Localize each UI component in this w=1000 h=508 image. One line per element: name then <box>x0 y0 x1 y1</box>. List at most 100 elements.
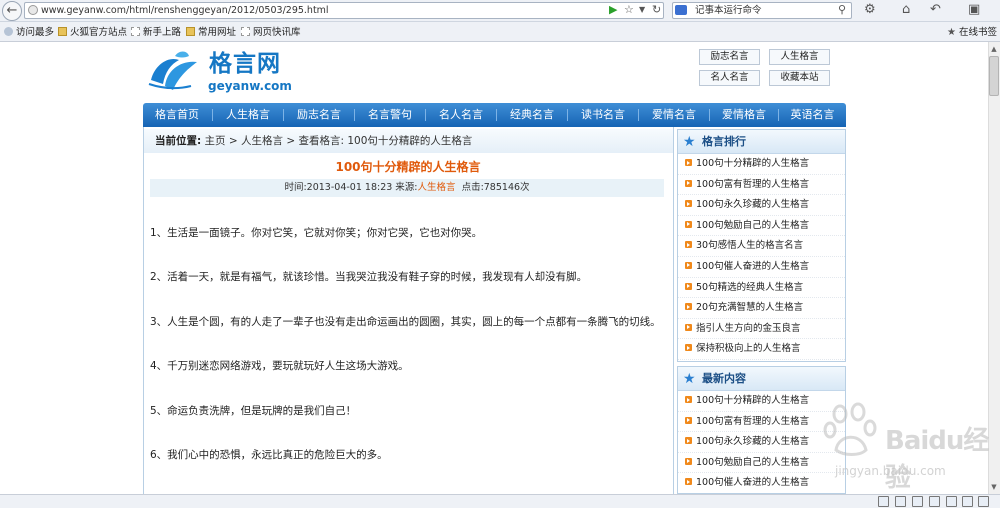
article-paragraph: 5、命运负责洗牌，但是玩牌的是我们自己！ <box>150 405 357 417</box>
page-icon <box>131 27 140 36</box>
nav-reading-quotes[interactable]: 读书名言 <box>568 103 638 127</box>
addon-icon[interactable]: ⚙ <box>864 3 876 17</box>
nav-classic-quotes[interactable]: 经典名言 <box>497 103 567 127</box>
nav-love-maxims[interactable]: 爱情格言 <box>710 103 778 127</box>
top-link-famous-quotes[interactable]: 名人名言 <box>699 70 760 86</box>
back-button[interactable]: ← <box>2 1 22 21</box>
sidebar-ranking-list: 100句十分精辟的人生格言 100句富有哲理的人生格言 100句永久珍藏的人生格… <box>678 154 845 360</box>
bullet-arrow-icon <box>685 323 692 331</box>
zoom-icon[interactable] <box>878 496 889 507</box>
download-icon[interactable] <box>929 496 940 507</box>
site-logo-icon[interactable] <box>145 50 203 94</box>
scroll-up-icon[interactable]: ▲ <box>989 43 999 55</box>
sidebar-latest-list: 100句十分精辟的人生格言 100句富有哲理的人生格言 100句永久珍藏的人生格… <box>678 391 845 493</box>
breadcrumb-path[interactable]: 主页 > 人生格言 > 查看格言: 100句十分精辟的人生格言 <box>205 135 473 147</box>
bullet-arrow-icon <box>685 344 692 352</box>
search-icon[interactable]: ⚲ <box>838 4 846 16</box>
scroll-thumb[interactable] <box>989 56 999 96</box>
list-item[interactable]: 100句催人奋进的人生格言 <box>678 257 845 278</box>
star-icon: ★ <box>683 134 696 150</box>
list-item[interactable]: 20句充满智慧的人生格言 <box>678 298 845 319</box>
bullet-arrow-icon <box>685 241 692 249</box>
sidebar-latest-header: ★ 最新内容 <box>678 367 845 391</box>
sidebar-ranking-title: 格言排行 <box>702 135 746 148</box>
list-item[interactable]: 100句永久珍藏的人生格言 <box>678 432 845 453</box>
list-item[interactable]: 保持积极向上的人生格言 <box>678 339 845 360</box>
bookmark-getting-started[interactable]: 新手上路 <box>131 26 181 39</box>
page-icon <box>241 27 250 36</box>
gear-icon <box>4 27 13 36</box>
top-link-life-quotes[interactable]: 人生格言 <box>769 49 830 65</box>
bullet-arrow-icon <box>685 159 692 166</box>
list-item[interactable]: 100句富有哲理的人生格言 <box>678 175 845 196</box>
go-arrow-icon[interactable]: ▶ <box>609 4 617 16</box>
list-item[interactable]: 100句勉励自己的人生格言 <box>678 216 845 237</box>
bookmarks-bar: 访问最多 火狐官方站点 新手上路 常用网址 网页快讯库 ★ 在线书签 <box>0 22 1000 42</box>
bookmark-most-visited[interactable]: 访问最多 <box>4 26 54 39</box>
list-item[interactable]: 50句精选的经典人生格言 <box>678 278 845 299</box>
list-item[interactable]: 100句催人奋进的人生格言 <box>678 473 845 493</box>
list-item[interactable]: 30句感悟人生的格言名言 <box>678 236 845 257</box>
sidebar-ranking-header: ★ 格言排行 <box>678 130 845 154</box>
search-engine-icon[interactable] <box>675 5 687 15</box>
share-icon[interactable]: ↶ <box>930 3 941 17</box>
nav-famous-quotes[interactable]: 名人名言 <box>426 103 496 127</box>
nav-inspirational[interactable]: 励志名言 <box>284 103 354 127</box>
tools-icon[interactable] <box>895 496 906 507</box>
bookmark-firefox-official[interactable]: 火狐官方站点 <box>58 26 127 39</box>
bullet-arrow-icon <box>685 179 692 187</box>
list-item[interactable]: 100句十分精辟的人生格言 <box>678 154 845 175</box>
list-item[interactable]: 100句富有哲理的人生格言 <box>678 412 845 433</box>
article-paragraph: 3、人生是个圆，有的人走了一辈子也没有走出命运画出的圆圈，其实，圆上的每一个点都… <box>150 316 661 328</box>
bullet-arrow-icon <box>685 396 692 403</box>
list-item[interactable]: 100句勉励自己的人生格言 <box>678 453 845 474</box>
breadcrumb: 当前位置: 主页 > 人生格言 > 查看格言: 100句十分精辟的人生格言 <box>144 129 673 153</box>
top-link-inspirational[interactable]: 励志名言 <box>699 49 760 65</box>
history-dropdown-icon[interactable]: ▼ <box>639 4 645 16</box>
baidu-paw-watermark-icon <box>823 402 877 456</box>
search-input[interactable]: 记事本运行命令 <box>672 2 852 19</box>
bullet-arrow-icon <box>685 437 692 445</box>
article-meta-time: 时间:2013-04-01 18:23 来源: <box>284 182 418 193</box>
sidebar-ranking: ★ 格言排行 100句十分精辟的人生格言 100句富有哲理的人生格言 100句永… <box>677 129 846 362</box>
screenshot-icon[interactable] <box>962 496 973 507</box>
bookmark-common-sites[interactable]: 常用网址 <box>186 26 236 39</box>
sidebar-latest: ★ 最新内容 100句十分精辟的人生格言 100句富有哲理的人生格言 100句永… <box>677 366 846 494</box>
nav-life-quotes[interactable]: 人生格言 <box>213 103 283 127</box>
nav-home[interactable]: 格言首页 <box>143 103 211 127</box>
list-item[interactable]: 指引人生方向的金玉良言 <box>678 319 845 340</box>
article-paragraph: 4、千万别迷恋网络游戏，要玩就玩好人生这场大游戏。 <box>150 360 409 372</box>
nav-english-quotes[interactable]: 英语名言 <box>779 103 846 127</box>
star-icon: ★ <box>947 27 956 38</box>
article-source-link[interactable]: 人生格言 <box>418 182 456 193</box>
article-paragraph: 2、活着一天，就是有福气，就该珍惜。当我哭泣我没有鞋子穿的时候，我发现有人却没有… <box>150 271 588 283</box>
nav-love-quotes[interactable]: 爱情名言 <box>639 103 709 127</box>
bullet-arrow-icon <box>685 416 692 424</box>
bullet-arrow-icon <box>685 261 692 269</box>
star-icon: ★ <box>683 371 696 387</box>
list-item[interactable]: 100句永久珍藏的人生格言 <box>678 195 845 216</box>
folder-icon <box>186 27 195 36</box>
bookmark-star-icon[interactable]: ☆ <box>624 4 634 16</box>
resize-grip-icon[interactable] <box>978 496 989 507</box>
site-logo-title[interactable]: 格言网 <box>209 50 281 78</box>
url-input[interactable]: www.geyanw.com/html/renshenggeyan/2012/0… <box>24 2 664 19</box>
main-nav: 格言首页 人生格言 励志名言 名言警句 名人名言 经典名言 读书名言 爱情名言 … <box>143 103 846 127</box>
list-item[interactable]: 100句十分精辟的人生格言 <box>678 391 845 412</box>
watermark-url: jingyan.baidu.com <box>835 464 946 478</box>
online-bookmarks[interactable]: ★ 在线书签 <box>947 26 997 39</box>
bookmark-web-slices[interactable]: 网页快讯库 <box>241 26 301 39</box>
nav-aphorisms[interactable]: 名言警句 <box>355 103 425 127</box>
site-logo-domain[interactable]: geyanw.com <box>208 79 292 93</box>
crop-icon[interactable]: ▣ <box>968 3 980 17</box>
top-link-bookmark-site[interactable]: 收藏本站 <box>769 70 830 86</box>
sidebar-latest-title: 最新内容 <box>702 372 746 385</box>
window-icon[interactable] <box>946 496 957 507</box>
chart-icon[interactable] <box>912 496 923 507</box>
watermark-text: Baidu经验 <box>885 426 989 493</box>
reload-icon[interactable]: ↻ <box>652 4 661 16</box>
home-icon[interactable]: ⌂ <box>902 3 910 17</box>
article-paragraph: 1、生活是一面镜子。你对它笑，它就对你笑；你对它哭，它也对你哭。 <box>150 227 483 239</box>
bullet-arrow-icon <box>685 220 692 228</box>
bullet-arrow-icon <box>685 200 692 208</box>
